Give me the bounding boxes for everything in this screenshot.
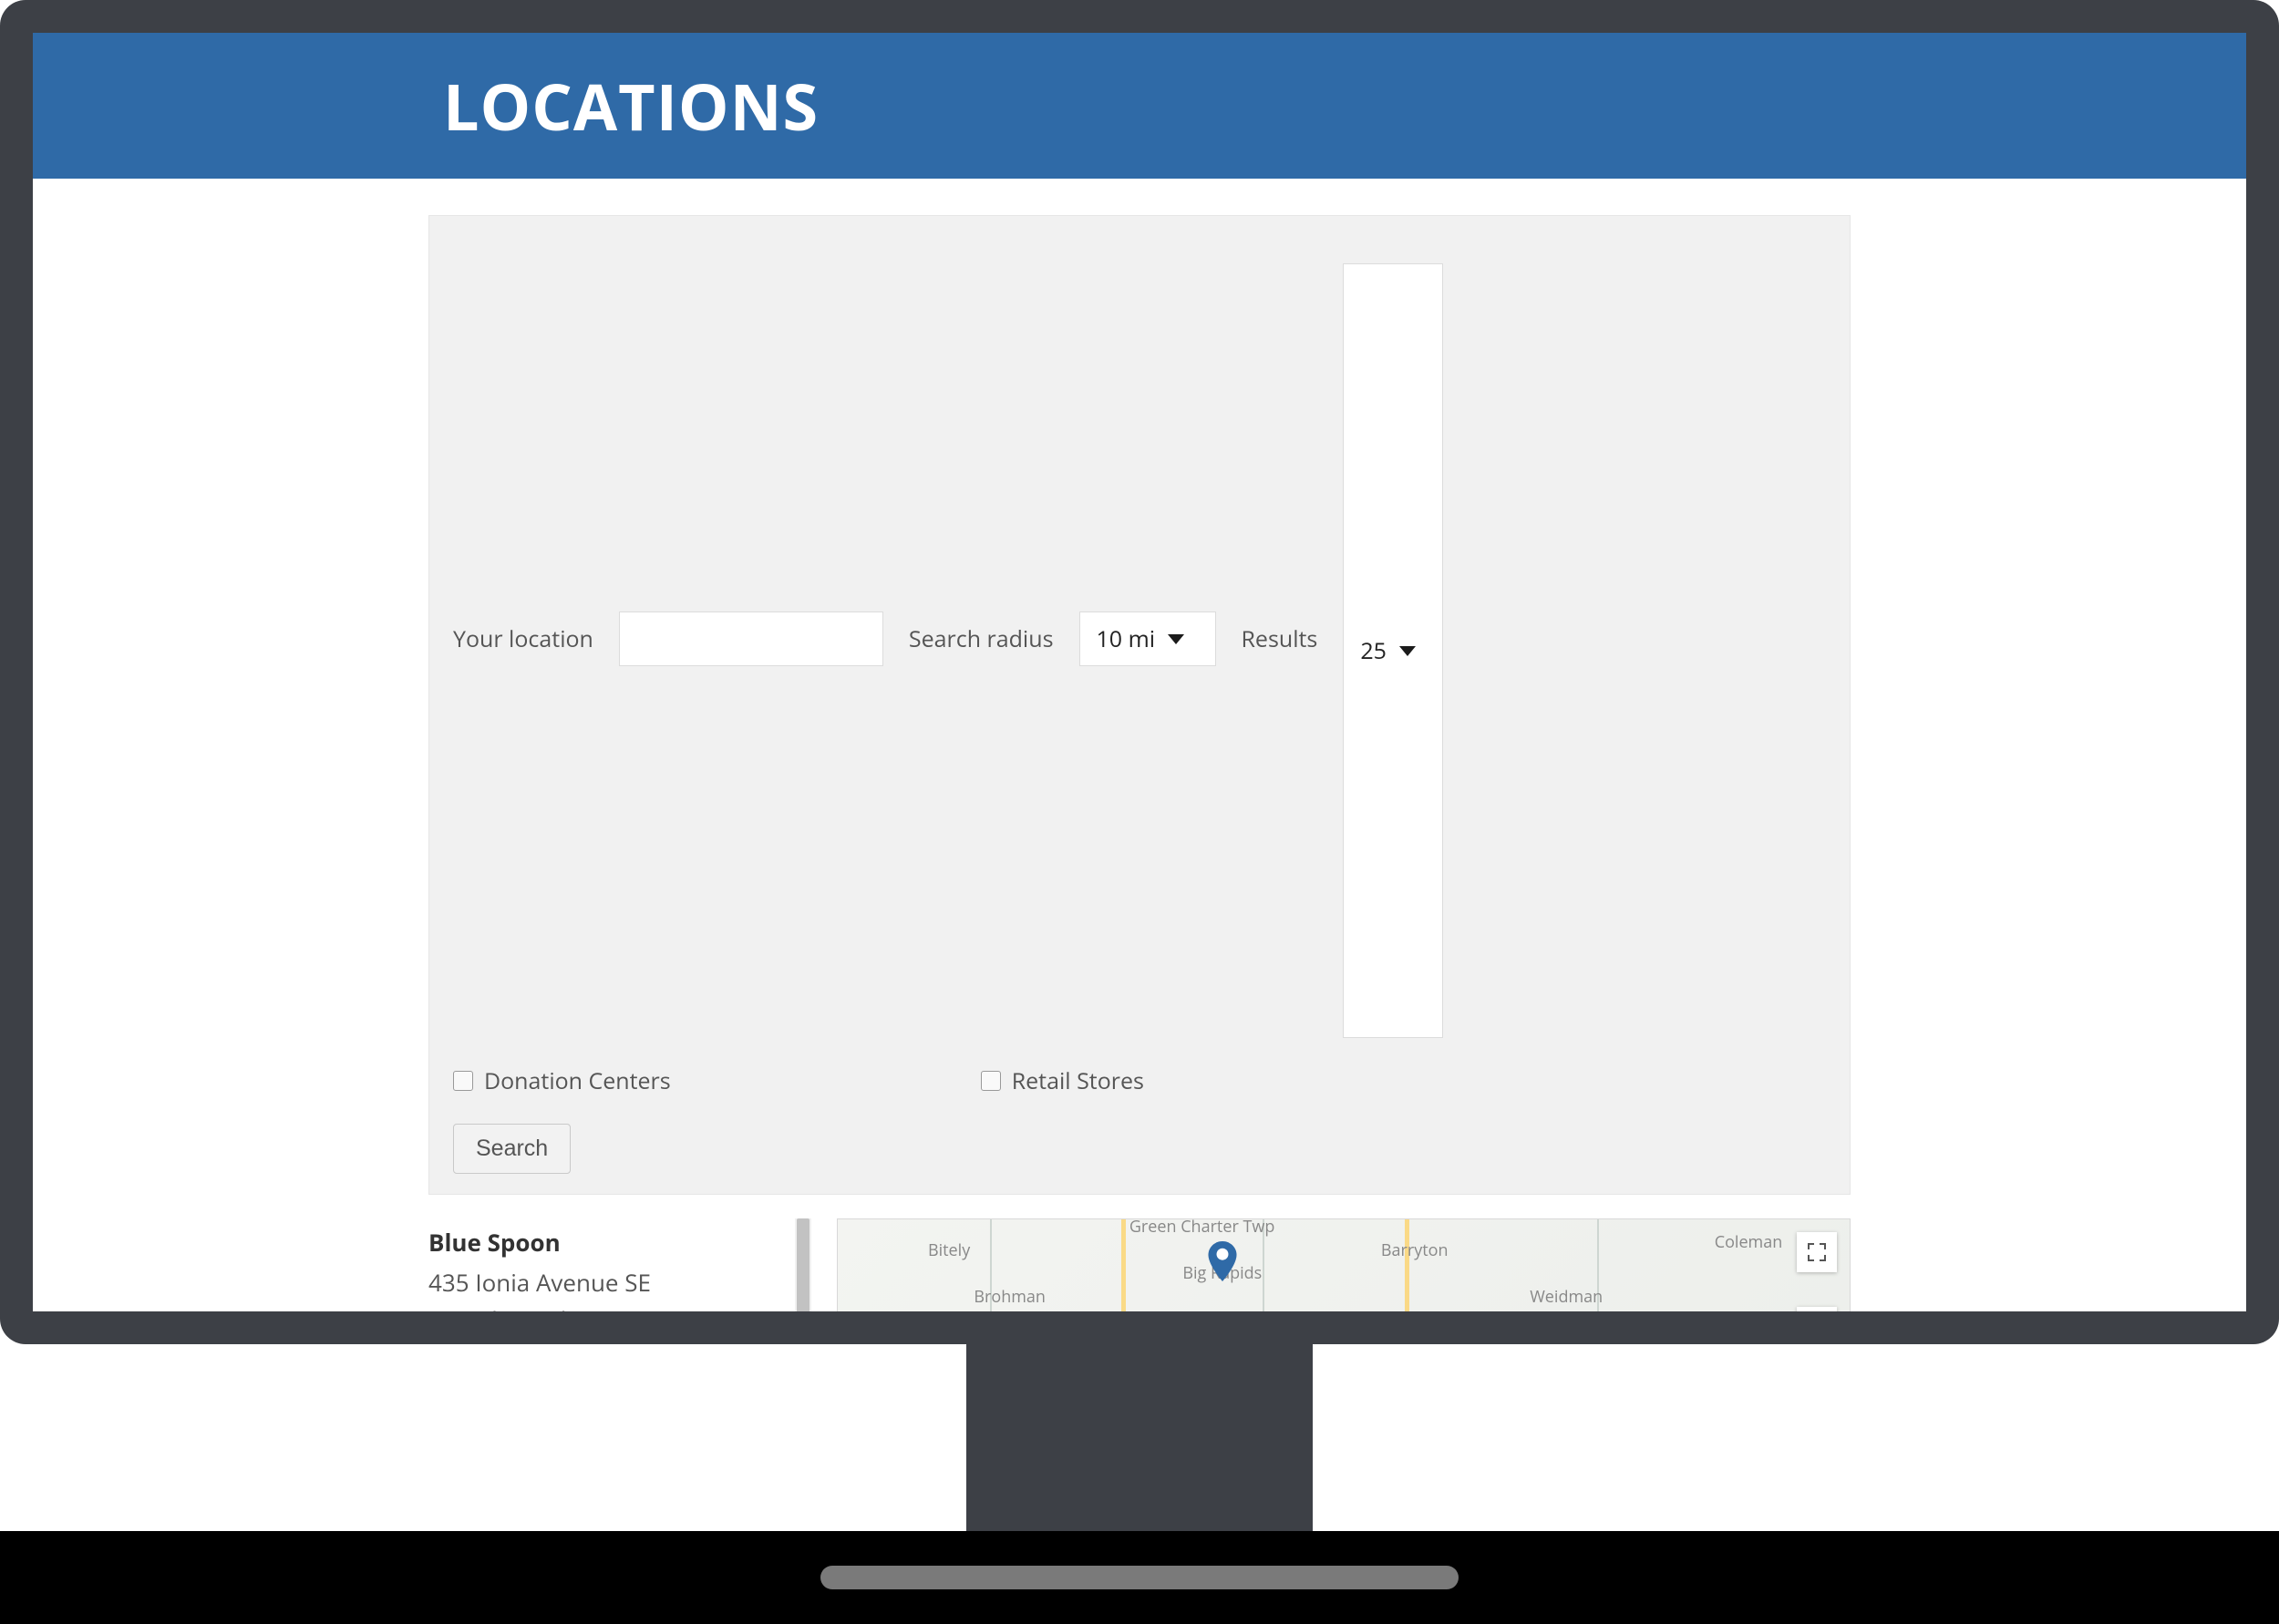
retail-stores-label: Retail Stores — [1012, 1065, 1144, 1096]
donation-centers-label: Donation Centers — [484, 1065, 671, 1096]
map-city-label: Barryton — [1381, 1239, 1449, 1261]
screen: LOCATIONS Your location Search radius 10… — [33, 33, 2246, 1311]
filter-row-inputs: Your location Search radius 10 mi Result… — [453, 240, 1826, 1038]
map[interactable]: + − Google Map — [837, 1218, 1851, 1311]
map-road — [1597, 1219, 1599, 1311]
location-name: Blue Spoon — [428, 1224, 800, 1262]
content-column: Your location Search radius 10 mi Result… — [428, 179, 1851, 1311]
plus-icon: + — [1810, 1311, 1824, 1312]
map-city-label: Coleman — [1715, 1231, 1783, 1253]
monitor-slot — [820, 1566, 1459, 1589]
donation-centers-checkbox[interactable]: Donation Centers — [453, 1065, 671, 1096]
chevron-down-icon — [1168, 634, 1184, 644]
map-container: + − Google Map — [837, 1218, 1851, 1311]
map-city-label: Green Charter Twp — [1129, 1218, 1275, 1238]
search-button-label: Search — [476, 1136, 548, 1161]
fullscreen-button[interactable] — [1797, 1232, 1837, 1272]
results-select[interactable]: 25 — [1343, 263, 1443, 1038]
filter-row-checks: Donation Centers Retail Stores — [453, 1065, 1826, 1096]
search-button[interactable]: Search — [453, 1124, 571, 1174]
fullscreen-icon — [1808, 1243, 1826, 1261]
filter-panel: Your location Search radius 10 mi Result… — [428, 215, 1851, 1195]
map-road — [1263, 1219, 1264, 1311]
monitor-frame: LOCATIONS Your location Search radius 10… — [0, 0, 2279, 1344]
zoom-control: + − — [1797, 1307, 1837, 1311]
page-title: LOCATIONS — [443, 62, 819, 149]
scrollbar-thumb[interactable] — [797, 1218, 810, 1311]
chevron-down-icon — [1399, 646, 1416, 656]
your-location-input[interactable] — [619, 612, 883, 666]
monitor-neck — [966, 1344, 1313, 1545]
monitor-base — [0, 1531, 2279, 1624]
page-header: LOCATIONS — [33, 33, 2246, 179]
results-select-value: 25 — [1360, 635, 1387, 666]
results-label: Results — [1242, 623, 1318, 654]
checkbox-box-icon — [453, 1071, 473, 1091]
location-address-line: Grand Rapids MI 49503 — [428, 1301, 800, 1311]
your-location-label: Your location — [453, 623, 593, 654]
scrollbar-track[interactable] — [795, 1218, 811, 1311]
map-road — [1405, 1219, 1409, 1311]
map-pin-icon[interactable] — [1207, 1241, 1238, 1281]
map-road — [990, 1219, 992, 1311]
radius-select[interactable]: 10 mi — [1079, 612, 1216, 666]
map-city-label: Weidman — [1530, 1286, 1603, 1308]
location-list[interactable]: Blue Spoon 435 Ionia Avenue SE Grand Rap… — [428, 1218, 811, 1311]
location-address-line: 435 Ionia Avenue SE — [428, 1264, 800, 1302]
radius-label: Search radius — [909, 623, 1054, 654]
map-city-label: Brohman — [974, 1286, 1046, 1308]
radius-select-value: 10 mi — [1097, 623, 1156, 654]
map-road — [1121, 1219, 1126, 1311]
location-item: Blue Spoon 435 Ionia Avenue SE Grand Rap… — [428, 1218, 800, 1311]
checkbox-box-icon — [981, 1071, 1001, 1091]
zoom-in-button[interactable]: + — [1797, 1307, 1837, 1311]
map-city-label: Bitely — [928, 1239, 970, 1261]
retail-stores-checkbox[interactable]: Retail Stores — [981, 1065, 1144, 1096]
results-row: Blue Spoon 435 Ionia Avenue SE Grand Rap… — [428, 1218, 1851, 1311]
